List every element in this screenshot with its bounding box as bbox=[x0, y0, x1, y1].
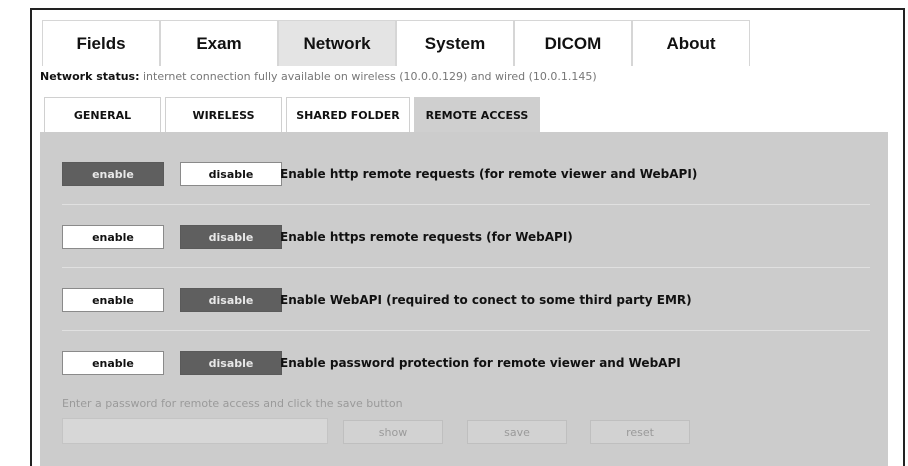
enable-button[interactable]: enable bbox=[62, 288, 164, 312]
enable-button[interactable]: enable bbox=[62, 225, 164, 249]
tab-dicom[interactable]: DICOM bbox=[514, 20, 632, 66]
remote-access-panel: enable disable Enable http remote reques… bbox=[40, 132, 888, 466]
setting-label: Enable password protection for remote vi… bbox=[280, 356, 681, 370]
setting-label: Enable https remote requests (for WebAPI… bbox=[280, 230, 573, 244]
password-input[interactable] bbox=[62, 418, 328, 444]
settings-window: Fields Exam Network System DICOM About N… bbox=[30, 8, 905, 466]
network-status: Network status: internet connection full… bbox=[40, 70, 597, 83]
divider bbox=[62, 330, 870, 331]
divider bbox=[62, 267, 870, 268]
subtab-wireless[interactable]: WIRELESS bbox=[165, 97, 282, 132]
show-button[interactable]: show bbox=[343, 420, 443, 444]
network-status-value: internet connection fully available on w… bbox=[139, 70, 597, 83]
divider bbox=[62, 204, 870, 205]
tab-fields[interactable]: Fields bbox=[42, 20, 160, 66]
network-status-label: Network status: bbox=[40, 70, 140, 83]
disable-button[interactable]: disable bbox=[180, 162, 282, 186]
subtab-general[interactable]: GENERAL bbox=[44, 97, 161, 132]
setting-label: Enable http remote requests (for remote … bbox=[280, 167, 698, 181]
setting-label: Enable WebAPI (required to conect to som… bbox=[280, 293, 692, 307]
tab-system[interactable]: System bbox=[396, 20, 514, 66]
disable-button[interactable]: disable bbox=[180, 351, 282, 375]
disable-button[interactable]: disable bbox=[180, 225, 282, 249]
password-hint: Enter a password for remote access and c… bbox=[62, 397, 403, 410]
tab-about[interactable]: About bbox=[632, 20, 750, 66]
subtab-remote-access[interactable]: REMOTE ACCESS bbox=[414, 97, 540, 132]
tab-exam[interactable]: Exam bbox=[160, 20, 278, 66]
disable-button[interactable]: disable bbox=[180, 288, 282, 312]
reset-button[interactable]: reset bbox=[590, 420, 690, 444]
enable-button[interactable]: enable bbox=[62, 351, 164, 375]
tab-network[interactable]: Network bbox=[278, 20, 396, 66]
subtab-shared-folder[interactable]: SHARED FOLDER bbox=[286, 97, 410, 132]
save-button[interactable]: save bbox=[467, 420, 567, 444]
enable-button[interactable]: enable bbox=[62, 162, 164, 186]
